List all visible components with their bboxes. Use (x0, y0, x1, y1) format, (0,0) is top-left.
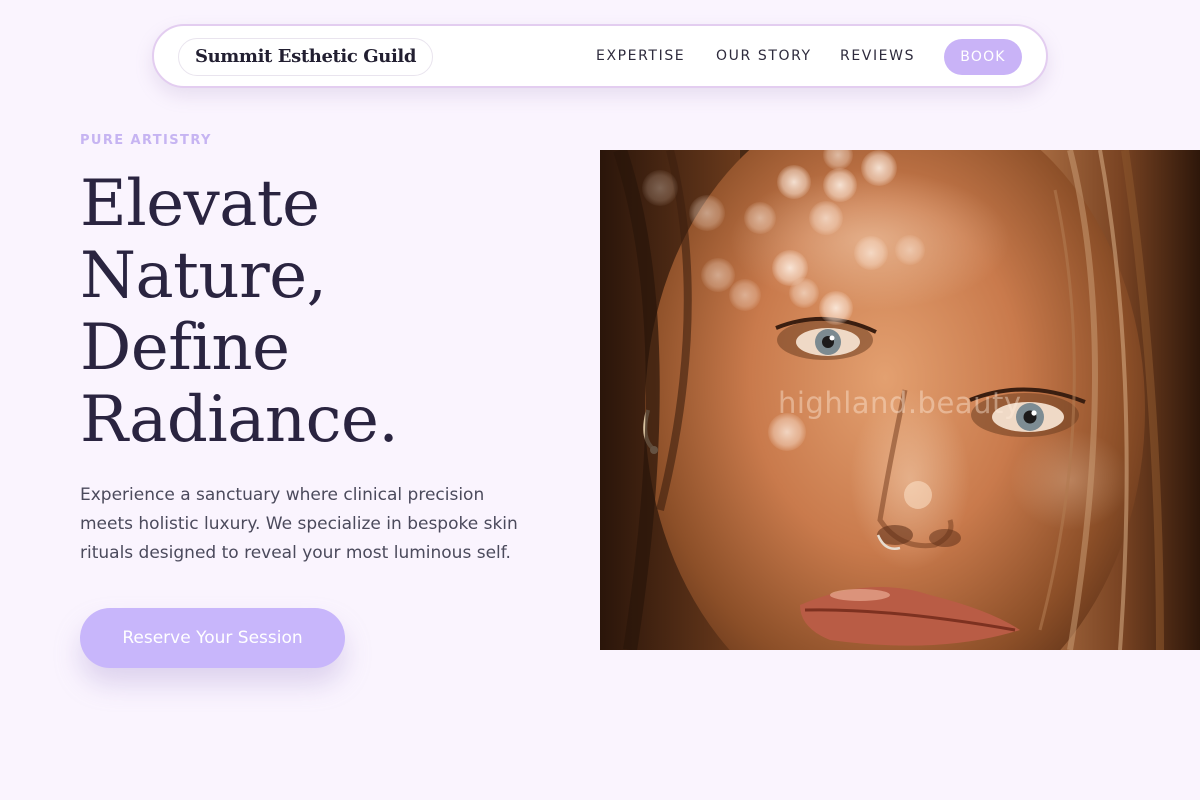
nav-link-our-story[interactable]: OUR STORY (716, 48, 812, 64)
hero-description: Experience a sanctuary where clinical pr… (80, 485, 518, 563)
photo-watermark: highland.beauty (778, 386, 1022, 420)
landing-page: Summit Esthetic Guild EXPERTISE OUR STOR… (0, 0, 1200, 800)
nav-link-reviews[interactable]: REVIEWS (840, 48, 915, 64)
book-button[interactable]: BOOK (944, 39, 1022, 75)
hero-photo: highland.beauty (600, 150, 1200, 650)
headline-line: Define (80, 311, 290, 385)
hero-headline: Elevate Nature, Define Radiance. (80, 168, 560, 456)
brand-logo[interactable]: Summit Esthetic Guild (178, 38, 434, 76)
reserve-session-button[interactable]: Reserve Your Session (80, 608, 345, 668)
hero-eyebrow: PURE ARTISTRY (80, 133, 212, 148)
headline-line: Elevate (80, 167, 320, 241)
top-navigation: Summit Esthetic Guild EXPERTISE OUR STOR… (152, 24, 1048, 88)
headline-line: Radiance. (80, 383, 399, 457)
nav-link-expertise[interactable]: EXPERTISE (596, 48, 685, 64)
headline-line: Nature, (80, 239, 327, 313)
